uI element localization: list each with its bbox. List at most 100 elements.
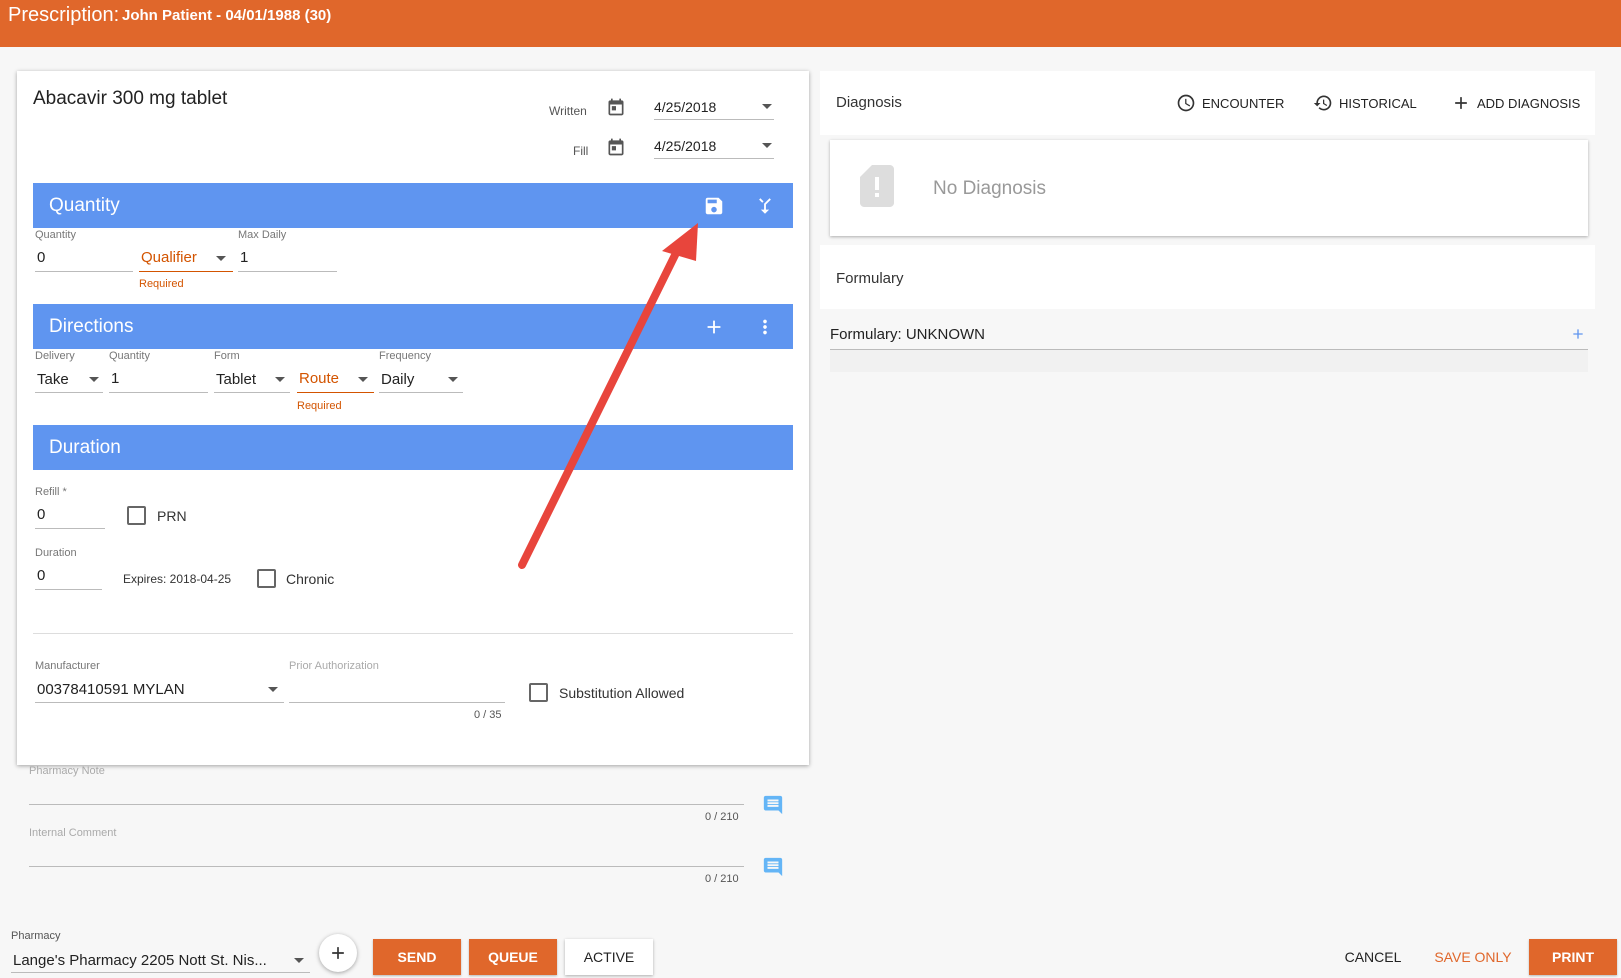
internal-comment-input[interactable]: [29, 841, 744, 867]
internal-comment-label: Internal Comment: [29, 827, 117, 839]
send-button[interactable]: SEND: [373, 939, 461, 975]
pharmacy-note-input[interactable]: [29, 779, 744, 805]
delivery-select[interactable]: Take: [35, 366, 103, 393]
chevron-down-icon: [294, 958, 304, 963]
prn-label: PRN: [157, 508, 187, 524]
written-label: Written: [549, 104, 587, 118]
pharmacy-note-counter: 0 / 210: [705, 811, 739, 823]
directions-quantity-label: Quantity: [109, 350, 150, 362]
qualifier-placeholder: Qualifier: [141, 249, 197, 266]
quantity-input[interactable]: 0: [35, 245, 133, 272]
refill-label: Refill *: [35, 486, 67, 498]
chevron-down-icon: [448, 377, 458, 382]
history-icon: [1313, 95, 1332, 111]
cancel-button[interactable]: CANCEL: [1330, 939, 1416, 975]
duration-input[interactable]: 0: [35, 563, 102, 590]
form-value: Tablet: [216, 371, 257, 388]
calendar-icon[interactable]: [606, 137, 626, 157]
manufacturer-value: 00378410591 MYLAN: [37, 681, 185, 698]
chevron-down-icon: [89, 377, 99, 382]
diagnosis-title: Diagnosis: [836, 94, 902, 111]
fill-label: Fill: [573, 144, 589, 158]
prior-auth-counter: 0 / 35: [474, 709, 502, 721]
add-diagnosis-label: ADD DIAGNOSIS: [1477, 95, 1581, 111]
chevron-down-icon: [762, 143, 772, 148]
pharmacy-label: Pharmacy: [11, 930, 61, 942]
section-title: Quantity: [49, 195, 120, 216]
manufacturer-label: Manufacturer: [35, 660, 100, 672]
sim-alert-icon: [860, 165, 894, 207]
chevron-down-icon: [358, 377, 368, 382]
no-diagnosis-text: No Diagnosis: [933, 178, 1046, 199]
page-title: Prescription:: [8, 4, 120, 26]
fill-date-field[interactable]: 4/25/2018: [654, 134, 774, 159]
print-button[interactable]: PRINT: [1529, 939, 1617, 975]
annotation-arrow: [518, 223, 698, 569]
chevron-down-icon: [275, 377, 285, 382]
historical-label: HISTORICAL: [1339, 95, 1417, 111]
refill-value: 0: [37, 506, 46, 523]
add-diagnosis-button[interactable]: ADD DIAGNOSIS: [1451, 93, 1580, 113]
substitution-label: Substitution Allowed: [559, 685, 685, 701]
internal-comment-counter: 0 / 210: [705, 873, 739, 885]
section-divider: [33, 633, 793, 634]
encounter-label: ENCOUNTER: [1202, 95, 1285, 111]
frequency-value: Daily: [381, 371, 415, 388]
written-date-value: 4/25/2018: [654, 99, 717, 115]
active-button[interactable]: ACTIVE: [565, 939, 653, 975]
comment-icon[interactable]: [762, 856, 784, 878]
section-title: Directions: [49, 316, 134, 337]
route-placeholder: Route: [299, 370, 340, 387]
formulary-title: Formulary: [836, 270, 904, 287]
encounter-button[interactable]: ENCOUNTER: [1176, 93, 1284, 113]
comment-icon[interactable]: [762, 794, 784, 816]
calendar-icon[interactable]: [606, 97, 626, 117]
prn-checkbox[interactable]: [127, 506, 146, 525]
save-icon[interactable]: [703, 195, 725, 217]
qualifier-select[interactable]: Qualifier: [139, 245, 233, 272]
duration-label: Duration: [35, 547, 77, 559]
add-icon: [332, 947, 344, 959]
written-date-field[interactable]: 4/25/2018: [654, 95, 774, 120]
patient-info: John Patient - 04/01/1988 (30): [122, 7, 332, 24]
directions-quantity-input[interactable]: 1: [109, 366, 208, 393]
more-vert-icon[interactable]: [754, 316, 776, 338]
chevron-down-icon: [216, 256, 226, 261]
manufacturer-select[interactable]: 00378410591 MYLAN: [35, 676, 284, 703]
max-daily-value: 1: [240, 249, 249, 266]
formulary-status: Formulary: UNKNOWN: [830, 326, 986, 343]
chevron-down-icon: [762, 104, 772, 109]
add-icon: [1455, 97, 1467, 109]
formulary-header: [820, 245, 1595, 309]
save-only-button[interactable]: SAVE ONLY: [1428, 939, 1518, 975]
route-required: Required: [297, 400, 342, 412]
add-icon[interactable]: [1570, 326, 1586, 342]
chronic-checkbox[interactable]: [257, 569, 276, 588]
quantity-label: Quantity: [35, 229, 76, 241]
pharmacy-select[interactable]: Lange's Pharmacy 2205 Nott St. Nis...: [11, 945, 310, 973]
directions-quantity-value: 1: [111, 370, 120, 387]
form-select[interactable]: Tablet: [214, 366, 290, 393]
fill-date-value: 4/25/2018: [654, 138, 717, 154]
merge-icon[interactable]: [754, 195, 776, 217]
form-label: Form: [214, 350, 240, 362]
duration-value: 0: [37, 567, 46, 584]
historical-button[interactable]: HISTORICAL: [1313, 93, 1417, 113]
chevron-down-icon: [268, 687, 278, 692]
queue-button[interactable]: QUEUE: [469, 939, 557, 975]
no-diagnosis-card: No Diagnosis: [830, 140, 1588, 236]
add-pharmacy-button[interactable]: [319, 934, 357, 972]
max-daily-input[interactable]: 1: [238, 245, 337, 272]
substitution-checkbox[interactable]: [529, 683, 548, 702]
prior-auth-input[interactable]: [289, 676, 505, 703]
max-daily-label: Max Daily: [238, 229, 287, 241]
drug-name: Abacavir 300 mg tablet: [33, 88, 228, 109]
frequency-select[interactable]: Daily: [379, 366, 463, 393]
delivery-label: Delivery: [35, 350, 75, 362]
clock-icon: [1177, 94, 1195, 112]
delivery-value: Take: [37, 371, 69, 388]
pharmacy-note-label: Pharmacy Note: [29, 765, 105, 777]
refill-input[interactable]: 0: [35, 502, 105, 529]
frequency-label: Frequency: [379, 350, 431, 362]
route-select[interactable]: Route: [297, 366, 374, 393]
